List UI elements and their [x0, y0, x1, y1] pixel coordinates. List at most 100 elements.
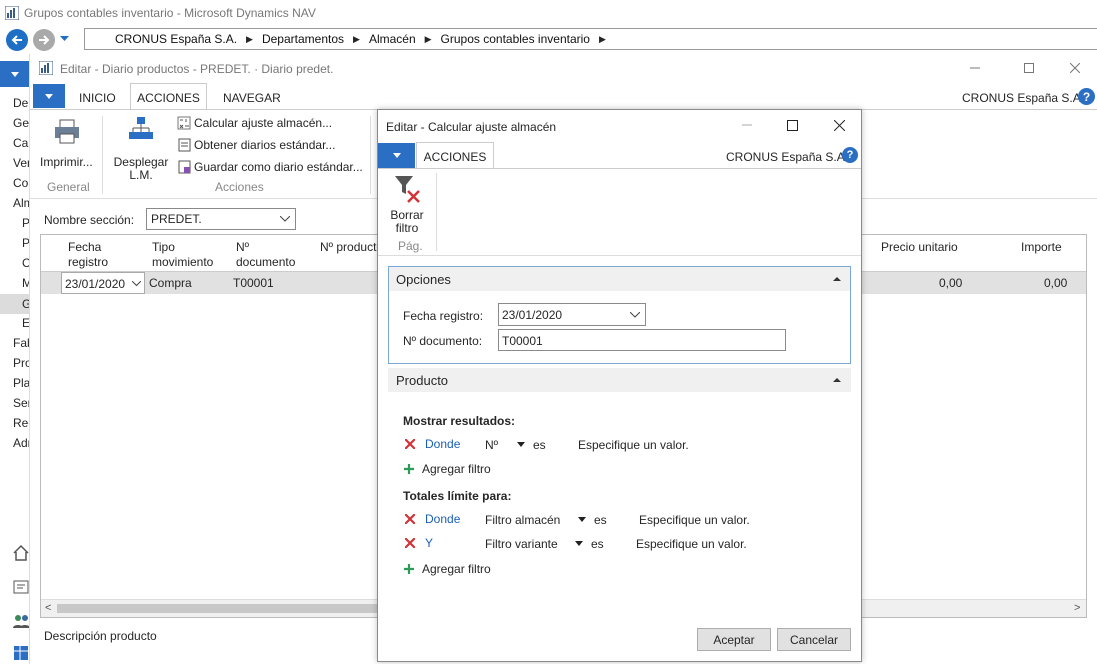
tab-acciones[interactable]: ACCIONES	[130, 83, 207, 109]
row-price-value[interactable]: 0,00	[939, 276, 962, 290]
arrow-right-icon	[39, 35, 50, 45]
save-standard-journal-action[interactable]: Guardar como diario estándar...	[178, 160, 363, 174]
col-header-type[interactable]: Tipo movimiento	[152, 240, 222, 270]
dialog-tab-acciones[interactable]: ACCIONES	[416, 142, 494, 168]
breadcrumb-item-warehouse[interactable]: Almacén	[369, 32, 416, 46]
forward-button[interactable]	[33, 29, 55, 51]
explode-bom-button[interactable]: Desplegar L.M.	[110, 114, 168, 182]
nav-item-planning[interactable]: Planificación	[22, 216, 29, 230]
filter-value[interactable]: Especifique un valor.	[578, 438, 689, 452]
nav-item-admin[interactable]: Administración	[13, 436, 29, 450]
field-dropdown-icon[interactable]	[575, 541, 583, 546]
filter-field[interactable]: Filtro variante	[485, 537, 558, 551]
filter-operator: es	[533, 438, 546, 452]
col-header-amount[interactable]: Importe	[1021, 240, 1062, 254]
navigation-menu-button[interactable]	[0, 61, 29, 87]
nav-item-purchases[interactable]: Compras	[13, 176, 29, 190]
journal-minimize-button[interactable]	[963, 58, 987, 78]
users-icon[interactable]	[12, 612, 29, 630]
dialog-maximize-button[interactable]	[781, 116, 803, 134]
nav-item-stock[interactable]: Existencias	[22, 316, 29, 330]
remove-filter-icon[interactable]	[405, 538, 415, 548]
field-dropdown-icon[interactable]	[578, 517, 586, 522]
scroll-left-icon[interactable]: <	[45, 602, 51, 614]
scroll-thumb[interactable]	[57, 604, 387, 613]
calc-adjust-action[interactable]: Calcular ajuste almacén...	[177, 116, 332, 130]
filter-field[interactable]: Filtro almacén	[485, 513, 560, 527]
filter-row: Donde Nº es Especifique un valor.	[403, 437, 843, 453]
remove-filter-icon[interactable]	[405, 439, 415, 449]
col-header-unit-price[interactable]: Precio unitario	[881, 240, 958, 254]
reports-icon[interactable]	[12, 644, 29, 662]
dialog-help-button[interactable]: ?	[842, 147, 858, 163]
nav-item-projects[interactable]: Proyectos	[13, 356, 29, 370]
menu-caret-icon	[11, 71, 19, 77]
nav-item-portfolio[interactable]: Cartera	[13, 136, 29, 150]
nav-item-products[interactable]: Productos	[22, 236, 29, 250]
nav-item-manufacturing[interactable]: Fabricación	[13, 336, 29, 350]
add-filter-label: Agregar filtro	[422, 562, 491, 576]
filter-conjunction[interactable]: Y	[425, 536, 433, 550]
nav-item-quality[interactable]: Control de calidad	[22, 256, 29, 270]
filter-operator: es	[591, 537, 604, 551]
options-header[interactable]: Opciones	[389, 267, 850, 291]
print-button[interactable]: Imprimir...	[38, 116, 96, 172]
nav-item-warehouse[interactable]: Almacén	[13, 196, 29, 210]
col-header-date[interactable]: Fecha registro	[68, 240, 128, 270]
minimize-icon	[970, 67, 980, 69]
dialog-close-button[interactable]	[828, 116, 850, 134]
row-type-value[interactable]: Compra	[149, 276, 192, 290]
clear-filter-button[interactable]: Borrar filtro	[384, 171, 430, 235]
breadcrumb-item-inventory-groups[interactable]: Grupos contables inventario	[441, 32, 590, 46]
nav-item-sales[interactable]: Ventas y marketing	[13, 156, 29, 170]
product-header[interactable]: Producto	[388, 368, 851, 392]
document-no-input[interactable]: T00001	[498, 329, 786, 351]
dialog-minimize-button[interactable]	[736, 116, 758, 134]
journal-company: CRONUS España S.A.	[962, 91, 1085, 105]
row-doc-value[interactable]: T00001	[233, 276, 274, 290]
journal-help-button[interactable]: ?	[1078, 88, 1095, 105]
minimize-icon	[742, 124, 752, 126]
journal-maximize-button[interactable]	[1017, 58, 1041, 78]
nav-item-movements[interactable]: Movimientos	[22, 276, 29, 290]
posting-date-select[interactable]: 23/01/2020	[498, 303, 646, 326]
filter-conjunction[interactable]: Donde	[425, 512, 460, 526]
scroll-right-icon[interactable]: >	[1074, 602, 1080, 614]
remove-filter-icon[interactable]	[405, 514, 415, 524]
cancel-button[interactable]: Cancelar	[777, 628, 851, 651]
nav-item-financial[interactable]: Gestión financiera	[13, 116, 29, 130]
get-standard-journals-action[interactable]: Obtener diarios estándar...	[178, 138, 335, 152]
history-dropdown[interactable]	[58, 34, 70, 44]
filter-value[interactable]: Especifique un valor.	[639, 513, 750, 527]
breadcrumb-item-company[interactable]: CRONUS España S.A.	[115, 32, 237, 46]
home-icon[interactable]	[12, 544, 29, 562]
calc-adjust-dialog: Editar - Calcular ajuste almacén ACCIONE…	[377, 109, 862, 662]
journal-close-button[interactable]	[1063, 58, 1087, 78]
tab-navegar[interactable]: NAVEGAR	[223, 91, 281, 105]
row-date-cell[interactable]: 23/01/2020	[61, 272, 145, 294]
row-amount-value[interactable]: 0,00	[1044, 276, 1067, 290]
breadcrumb-item-departments[interactable]: Departamentos	[262, 32, 344, 46]
col-header-product[interactable]: Nº producto	[320, 240, 383, 254]
section-name-select[interactable]: PREDET.	[146, 208, 296, 230]
ribbon-file-menu-button[interactable]	[33, 84, 65, 108]
nav-item-service[interactable]: Servicio	[13, 396, 29, 410]
nav-item-departments[interactable]: Departamentos	[13, 96, 29, 110]
activity-center-icon[interactable]	[12, 578, 29, 596]
dialog-menu-button[interactable]	[378, 143, 415, 168]
group-divider	[436, 173, 437, 251]
col-header-doc[interactable]: Nº documento	[236, 240, 306, 270]
nav-item-inventory-groups[interactable]: Grupos contables inventario	[0, 294, 29, 314]
menu-caret-icon	[45, 93, 53, 99]
filter-field[interactable]: Nº	[485, 438, 498, 452]
tab-inicio[interactable]: INICIO	[79, 91, 116, 105]
filter-conjunction[interactable]: Donde	[425, 437, 460, 451]
back-button[interactable]	[6, 29, 28, 51]
accept-button[interactable]: Aceptar	[697, 628, 771, 651]
filter-value[interactable]: Especifique un valor.	[636, 537, 747, 551]
field-dropdown-icon[interactable]	[517, 442, 525, 447]
nav-item-resource-planning[interactable]: Planificación de recursos	[13, 376, 29, 390]
nav-item-hr[interactable]: Recursos humanos	[13, 416, 29, 430]
journal-title: Editar - Diario productos - PREDET. · Di…	[60, 62, 334, 76]
group-page-label: Pág.	[398, 239, 423, 253]
